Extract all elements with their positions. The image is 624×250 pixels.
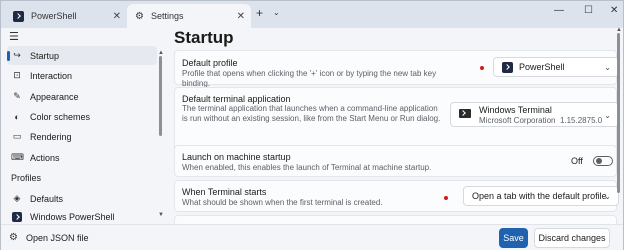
palette-icon: ◐ <box>14 111 20 122</box>
gear-icon: ⚙ <box>135 10 144 22</box>
discard-changes-button[interactable]: Discard changes <box>534 228 610 248</box>
setting-description: Profile that opens when clicking the '+'… <box>182 69 437 88</box>
sidebar-item-label: Windows PowerShell <box>30 212 115 222</box>
close-tab-icon[interactable]: ✕ <box>237 11 245 22</box>
minimize-button[interactable]: — <box>554 5 564 16</box>
save-button[interactable]: Save <box>499 228 528 248</box>
setting-title: Default terminal application <box>182 94 291 104</box>
default-profile-dropdown[interactable]: PowerShell ⌄ <box>493 57 619 77</box>
setting-title: Launch on machine startup <box>182 152 291 162</box>
powershell-icon <box>502 61 513 73</box>
tab-label: PowerShell <box>31 11 77 21</box>
setting-when-terminal-starts: When Terminal starts What should be show… <box>174 180 619 212</box>
setting-next <box>174 215 617 224</box>
setting-default-profile: Default profile Profile that opens when … <box>174 50 619 88</box>
setting-description: The terminal application that launches w… <box>182 104 441 123</box>
setting-title: When Terminal starts <box>182 187 267 197</box>
unsaved-change-indicator <box>444 196 448 200</box>
gear-icon: ⚙ <box>9 232 18 243</box>
sidebar-item-defaults[interactable]: ◈ Defaults <box>7 189 157 208</box>
monitor-icon: ▭ <box>12 131 22 141</box>
launch-on-startup-toggle[interactable] <box>593 156 613 166</box>
powershell-icon <box>13 10 24 22</box>
interaction-icon: ⊡ <box>13 70 21 80</box>
hamburger-menu-icon[interactable]: ☰ <box>9 30 19 43</box>
sidebar-item-label: Color schemes <box>30 111 91 122</box>
startup-icon: ↪ <box>13 50 21 60</box>
chevron-down-icon: ⌄ <box>604 192 611 201</box>
toggle-knob <box>596 158 602 164</box>
tab-dropdown-icon[interactable]: ⌄ <box>273 8 280 17</box>
tab-label: Settings <box>150 11 184 21</box>
terminal-icon <box>459 109 471 118</box>
sidebar-item-windows-powershell[interactable]: Windows PowerShell <box>7 209 157 224</box>
profiles-section-label: Profiles <box>11 173 42 183</box>
sidebar-item-label: Actions <box>30 152 60 163</box>
setting-launch-on-startup: Launch on machine startup When enabled, … <box>174 145 617 177</box>
setting-description: When enabled, this enables the launch of… <box>182 163 432 172</box>
powershell-icon <box>11 212 23 224</box>
dropdown-value: Windows Terminal <box>479 105 552 115</box>
settings-window: PowerShell ✕ ⚙ Settings ✕ + ⌄ — ☐ ✕ ☰ ↪ … <box>0 0 624 250</box>
brush-icon: ✎ <box>13 91 21 101</box>
dropdown-version: 1.15.2875.0 <box>559 116 603 125</box>
setting-title: Default profile <box>182 58 238 68</box>
close-tab-icon[interactable]: ✕ <box>113 11 121 22</box>
tab-powershell[interactable]: PowerShell ✕ <box>5 4 127 28</box>
close-window-button[interactable]: ✕ <box>610 5 618 16</box>
dropdown-value: PowerShell <box>519 62 565 72</box>
main-scrollbar[interactable] <box>617 33 620 193</box>
scroll-down-arrow-icon[interactable]: ▼ <box>158 212 164 218</box>
dropdown-value: Open a tab with the default profile <box>472 191 607 201</box>
bottom-action-bar: ⚙ Open JSON file Save Discard changes <box>1 224 623 250</box>
dropdown-publisher: Microsoft Corporation <box>479 116 556 125</box>
sidebar-item-actions[interactable]: ⌨ Actions <box>7 148 157 167</box>
tab-settings[interactable]: ⚙ Settings ✕ <box>127 4 251 28</box>
open-json-label: Open JSON file <box>25 232 89 243</box>
chevron-down-icon: ⌄ <box>604 111 611 120</box>
new-tab-button[interactable]: + <box>256 6 263 20</box>
sidebar-item-label: Interaction <box>30 70 73 81</box>
sidebar-item-color-schemes[interactable]: ◐ Color schemes <box>7 107 157 126</box>
setting-description: What should be shown when the first term… <box>182 198 383 207</box>
sidebar-item-label: Startup <box>30 50 60 61</box>
settings-sidebar: ☰ ↪ Startup ⊡ Interaction ✎ Appearance ◐… <box>1 28 168 224</box>
unsaved-change-indicator <box>480 66 484 70</box>
sidebar-item-label: Rendering <box>30 131 72 142</box>
tab-strip: PowerShell ✕ ⚙ Settings ✕ + ⌄ — ☐ ✕ <box>1 1 623 28</box>
open-json-file-button[interactable]: ⚙ Open JSON file <box>9 232 89 243</box>
settings-main-panel: Startup Default profile Profile that ope… <box>168 28 623 224</box>
setting-default-terminal-application: Default terminal application The termina… <box>174 87 619 151</box>
sidebar-item-appearance[interactable]: ✎ Appearance <box>7 87 157 106</box>
toggle-state-label: Off <box>571 156 583 166</box>
sidebar-item-label: Defaults <box>30 193 64 204</box>
page-title: Startup <box>174 28 234 47</box>
chevron-down-icon: ⌄ <box>604 63 611 72</box>
startup-action-dropdown[interactable]: Open a tab with the default profile ⌄ <box>463 186 619 206</box>
sidebar-item-interaction[interactable]: ⊡ Interaction <box>7 66 157 85</box>
sidebar-scrollbar[interactable] <box>159 56 162 136</box>
sidebar-item-rendering[interactable]: ▭ Rendering <box>7 127 157 146</box>
default-terminal-dropdown[interactable]: Windows Terminal Microsoft Corporation 1… <box>450 102 619 127</box>
keyboard-icon: ⌨ <box>11 152 24 162</box>
sidebar-item-startup[interactable]: ↪ Startup <box>7 46 157 65</box>
layers-icon: ◈ <box>13 193 21 203</box>
maximize-button[interactable]: ☐ <box>584 5 593 16</box>
sidebar-item-label: Appearance <box>30 91 79 102</box>
